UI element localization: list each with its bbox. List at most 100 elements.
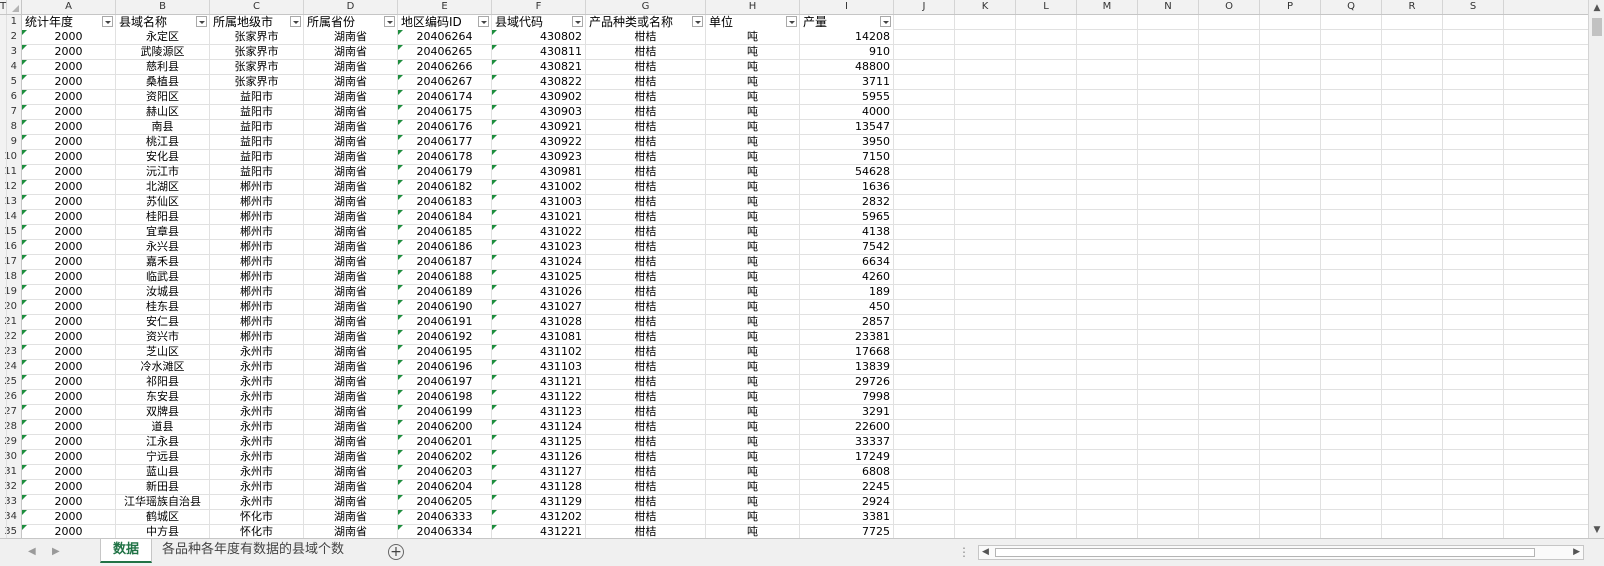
- empty-cell[interactable]: [1260, 180, 1321, 195]
- table-cell[interactable]: 吨: [706, 375, 800, 390]
- empty-cell[interactable]: [0, 510, 7, 525]
- empty-cell[interactable]: [894, 375, 955, 390]
- table-cell[interactable]: 2000: [22, 180, 116, 195]
- table-cell[interactable]: 张家界市: [210, 75, 304, 90]
- empty-cell[interactable]: [955, 135, 1016, 150]
- column-header-g[interactable]: G: [586, 0, 706, 14]
- table-cell[interactable]: 江华瑶族自治县: [116, 495, 210, 510]
- empty-cell[interactable]: [1199, 60, 1260, 75]
- table-cell[interactable]: 柑桔: [586, 60, 706, 75]
- table-cell[interactable]: 431123: [492, 405, 586, 420]
- table-cell[interactable]: 双牌县: [116, 405, 210, 420]
- table-cell[interactable]: 3711: [800, 75, 894, 90]
- table-cell[interactable]: 郴州市: [210, 270, 304, 285]
- empty-cell[interactable]: [1382, 30, 1443, 45]
- empty-cell[interactable]: [1016, 90, 1077, 105]
- empty-cell[interactable]: [1321, 465, 1382, 480]
- table-cell[interactable]: 永州市: [210, 360, 304, 375]
- empty-cell[interactable]: [1443, 435, 1504, 450]
- table-cell[interactable]: 柑桔: [586, 135, 706, 150]
- empty-cell[interactable]: [894, 225, 955, 240]
- empty-cell[interactable]: [1138, 510, 1199, 525]
- table-cell[interactable]: 张家界市: [210, 45, 304, 60]
- empty-cell[interactable]: [1321, 195, 1382, 210]
- table-cell[interactable]: 湖南省: [304, 90, 398, 105]
- empty-cell[interactable]: [0, 285, 7, 300]
- empty-cell[interactable]: [0, 375, 7, 390]
- table-cell[interactable]: 20406197: [398, 375, 492, 390]
- empty-cell[interactable]: [955, 390, 1016, 405]
- table-cell[interactable]: 431022: [492, 225, 586, 240]
- filter-dropdown-icon[interactable]: [572, 16, 583, 27]
- empty-cell[interactable]: [1382, 15, 1443, 30]
- table-cell[interactable]: 吨: [706, 510, 800, 525]
- empty-cell[interactable]: [1016, 510, 1077, 525]
- table-cell[interactable]: 吨: [706, 75, 800, 90]
- empty-cell[interactable]: [1260, 285, 1321, 300]
- empty-cell[interactable]: [1199, 360, 1260, 375]
- table-cell[interactable]: 柑桔: [586, 435, 706, 450]
- table-cell[interactable]: 吨: [706, 345, 800, 360]
- table-cell[interactable]: 柑桔: [586, 345, 706, 360]
- empty-cell[interactable]: [0, 150, 7, 165]
- empty-cell[interactable]: [1016, 270, 1077, 285]
- table-cell[interactable]: 湖南省: [304, 135, 398, 150]
- table-cell[interactable]: 2000: [22, 330, 116, 345]
- empty-cell[interactable]: [0, 105, 7, 120]
- table-cell[interactable]: 柑桔: [586, 495, 706, 510]
- table-cell[interactable]: 2000: [22, 315, 116, 330]
- empty-cell[interactable]: [1138, 480, 1199, 495]
- empty-cell[interactable]: [955, 45, 1016, 60]
- table-cell[interactable]: 湖南省: [304, 30, 398, 45]
- empty-cell[interactable]: [0, 405, 7, 420]
- empty-cell[interactable]: [1016, 495, 1077, 510]
- empty-cell[interactable]: [955, 90, 1016, 105]
- table-cell[interactable]: 20406201: [398, 435, 492, 450]
- table-cell[interactable]: 北湖区: [116, 180, 210, 195]
- table-cell[interactable]: 桂阳县: [116, 210, 210, 225]
- table-cell[interactable]: 桑植县: [116, 75, 210, 90]
- table-cell[interactable]: 柑桔: [586, 450, 706, 465]
- table-cell[interactable]: 5965: [800, 210, 894, 225]
- table-cell[interactable]: 2000: [22, 135, 116, 150]
- empty-cell[interactable]: [1016, 375, 1077, 390]
- table-cell[interactable]: 湖南省: [304, 240, 398, 255]
- empty-cell[interactable]: [894, 165, 955, 180]
- table-cell[interactable]: 郴州市: [210, 315, 304, 330]
- table-cell[interactable]: 柑桔: [586, 300, 706, 315]
- empty-cell[interactable]: [1016, 75, 1077, 90]
- empty-cell[interactable]: [894, 345, 955, 360]
- table-cell[interactable]: 吨: [706, 195, 800, 210]
- empty-cell[interactable]: [1199, 480, 1260, 495]
- table-cell[interactable]: 431024: [492, 255, 586, 270]
- table-cell[interactable]: 吨: [706, 60, 800, 75]
- empty-cell[interactable]: [894, 405, 955, 420]
- empty-cell[interactable]: [1199, 30, 1260, 45]
- empty-cell[interactable]: [894, 90, 955, 105]
- empty-cell[interactable]: [1077, 90, 1138, 105]
- empty-cell[interactable]: [1260, 90, 1321, 105]
- table-cell[interactable]: 20406195: [398, 345, 492, 360]
- table-cell[interactable]: 湖南省: [304, 255, 398, 270]
- table-cell[interactable]: 2000: [22, 75, 116, 90]
- table-cell[interactable]: 2000: [22, 435, 116, 450]
- table-cell[interactable]: 7542: [800, 240, 894, 255]
- empty-cell[interactable]: [0, 195, 7, 210]
- empty-cell[interactable]: [894, 480, 955, 495]
- empty-cell[interactable]: [1443, 300, 1504, 315]
- empty-cell[interactable]: [955, 120, 1016, 135]
- table-cell[interactable]: 20406203: [398, 465, 492, 480]
- empty-cell[interactable]: [894, 135, 955, 150]
- empty-cell[interactable]: [894, 180, 955, 195]
- table-cell[interactable]: 3950: [800, 135, 894, 150]
- empty-cell[interactable]: [1382, 510, 1443, 525]
- table-cell[interactable]: 7998: [800, 390, 894, 405]
- empty-cell[interactable]: [1321, 120, 1382, 135]
- empty-cell[interactable]: [1443, 240, 1504, 255]
- empty-cell[interactable]: [894, 195, 955, 210]
- empty-cell[interactable]: [1321, 45, 1382, 60]
- table-cell[interactable]: 柑桔: [586, 165, 706, 180]
- empty-cell[interactable]: [1382, 210, 1443, 225]
- empty-cell[interactable]: [955, 465, 1016, 480]
- empty-cell[interactable]: [1443, 165, 1504, 180]
